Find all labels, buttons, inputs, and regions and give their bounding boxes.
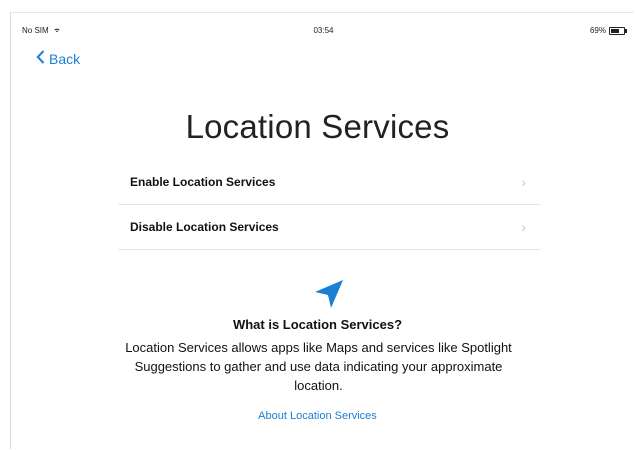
status-bar: No SIM 03:54 69% xyxy=(22,26,627,40)
options-list: Enable Location Services › Disable Locat… xyxy=(118,160,540,250)
location-arrow-icon xyxy=(311,276,347,312)
enable-location-row[interactable]: Enable Location Services › xyxy=(118,160,540,205)
page-title: Location Services xyxy=(185,108,450,145)
status-time: 03:54 xyxy=(313,26,334,35)
chevron-left-icon xyxy=(36,50,45,67)
back-label: Back xyxy=(49,50,81,67)
battery-percent: 69% xyxy=(589,26,606,35)
chevron-right-icon: › xyxy=(521,219,526,235)
status-right: 69% xyxy=(589,26,627,35)
option-label: Enable Location Services xyxy=(130,175,276,189)
info-title: What is Location Services? xyxy=(232,317,403,332)
back-button[interactable]: Back xyxy=(36,50,80,67)
info-body: Location Services allows apps like Maps … xyxy=(125,340,512,393)
disable-location-row[interactable]: Disable Location Services › xyxy=(118,205,540,250)
chevron-right-icon: › xyxy=(521,174,526,190)
about-location-services-link[interactable]: About Location Services xyxy=(0,410,635,422)
option-label: Disable Location Services xyxy=(130,220,279,234)
battery-fill xyxy=(611,28,619,33)
battery-icon xyxy=(609,26,627,35)
